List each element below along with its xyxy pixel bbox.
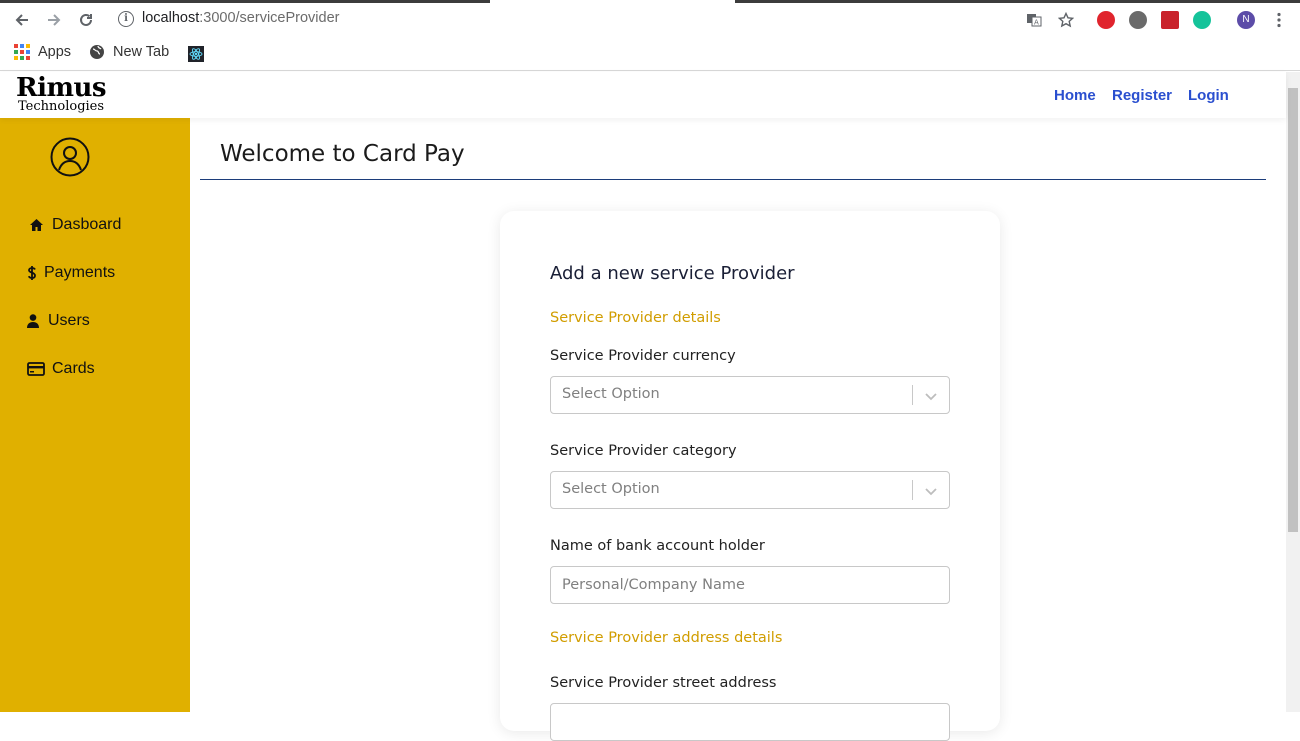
game-extension-icon[interactable] bbox=[1161, 11, 1179, 29]
sidebar-item-label: Dasboard bbox=[52, 216, 122, 233]
react-icon bbox=[188, 46, 204, 62]
sidebar-item-cards[interactable]: Cards bbox=[26, 360, 95, 378]
bookmark-react[interactable] bbox=[188, 46, 204, 62]
browser-toolbar: i localhost:3000/serviceProvider A N bbox=[0, 0, 1300, 40]
sidebar-item-dashboard[interactable]: Dasboard bbox=[26, 216, 121, 234]
currency-select-placeholder: Select Option bbox=[562, 386, 660, 402]
privacy-extension-icon[interactable] bbox=[1129, 11, 1147, 29]
bookmark-apps[interactable]: Apps bbox=[14, 44, 71, 60]
apps-grid-icon bbox=[14, 44, 30, 60]
browser-menu-icon[interactable] bbox=[1269, 10, 1289, 30]
select-separator bbox=[912, 385, 913, 405]
bookmark-star-icon[interactable] bbox=[1056, 10, 1076, 30]
bookmark-new-tab[interactable]: New Tab bbox=[89, 44, 169, 60]
back-icon[interactable] bbox=[12, 10, 32, 30]
profile-avatar[interactable]: N bbox=[1237, 11, 1255, 29]
sidebar: Dasboard Payments Users Cards bbox=[0, 118, 190, 712]
bookmarks-bar: Apps New Tab bbox=[0, 40, 1300, 71]
chevron-down-icon[interactable] bbox=[924, 389, 938, 403]
nav-link-login[interactable]: Login bbox=[1188, 87, 1229, 104]
category-select[interactable]: Select Option bbox=[550, 471, 950, 509]
svg-text:A: A bbox=[1034, 19, 1039, 27]
account-holder-label: Name of bank account holder bbox=[550, 538, 765, 554]
app-header: Rimus Technologies Home Register Login bbox=[0, 72, 1286, 118]
logo-sub-text: Technologies bbox=[18, 99, 105, 114]
chevron-down-icon[interactable] bbox=[924, 484, 938, 498]
sidebar-item-label: Users bbox=[48, 312, 90, 329]
forward-icon[interactable] bbox=[44, 10, 64, 30]
adblock-extension-icon[interactable] bbox=[1097, 11, 1115, 29]
sidebar-item-label: Payments bbox=[44, 264, 116, 281]
service-provider-form-card: Add a new service Provider Service Provi… bbox=[500, 211, 1000, 741]
home-icon bbox=[26, 218, 46, 232]
user-avatar-icon[interactable] bbox=[50, 137, 90, 177]
page-scrollbar[interactable] bbox=[1286, 72, 1300, 712]
user-icon bbox=[26, 314, 40, 328]
url-host: localhost bbox=[142, 10, 200, 26]
currency-label: Service Provider currency bbox=[550, 348, 736, 364]
translate-icon[interactable]: A bbox=[1024, 10, 1044, 30]
globe-icon bbox=[90, 45, 104, 59]
form-title: Add a new service Provider bbox=[550, 263, 795, 284]
category-select-placeholder: Select Option bbox=[562, 481, 660, 497]
url-path: :3000/serviceProvider bbox=[199, 10, 340, 26]
street-address-input[interactable] bbox=[550, 703, 950, 741]
company-logo[interactable]: Rimus Technologies bbox=[16, 74, 126, 116]
scrollbar-thumb[interactable] bbox=[1288, 88, 1298, 532]
section-heading-address: Service Provider address details bbox=[550, 630, 783, 646]
account-holder-input[interactable] bbox=[550, 566, 950, 604]
reload-icon[interactable] bbox=[76, 10, 96, 30]
title-divider bbox=[200, 179, 1266, 180]
nav-link-home[interactable]: Home bbox=[1054, 87, 1096, 104]
street-address-label: Service Provider street address bbox=[550, 675, 777, 691]
credit-card-icon bbox=[26, 362, 46, 376]
sidebar-item-payments[interactable]: Payments bbox=[26, 264, 115, 282]
section-heading-details: Service Provider details bbox=[550, 310, 721, 326]
bookmark-label: Apps bbox=[38, 44, 72, 60]
category-label: Service Provider category bbox=[550, 443, 737, 459]
sidebar-item-users[interactable]: Users bbox=[26, 312, 90, 330]
sidebar-item-label: Cards bbox=[52, 360, 95, 377]
logo-main-text: Rimus bbox=[16, 73, 107, 103]
currency-select[interactable]: Select Option bbox=[550, 376, 950, 414]
dollar-icon bbox=[26, 265, 38, 281]
page-title: Welcome to Card Pay bbox=[220, 141, 465, 167]
nav-link-register[interactable]: Register bbox=[1112, 87, 1172, 104]
select-separator bbox=[912, 480, 913, 500]
address-bar[interactable]: localhost:3000/serviceProvider bbox=[142, 10, 339, 26]
grammarly-extension-icon[interactable] bbox=[1193, 11, 1211, 29]
site-info-icon[interactable]: i bbox=[118, 11, 134, 27]
tab-strip bbox=[0, 0, 490, 3]
tab-strip bbox=[735, 0, 1300, 3]
bookmark-label: New Tab bbox=[113, 44, 170, 60]
